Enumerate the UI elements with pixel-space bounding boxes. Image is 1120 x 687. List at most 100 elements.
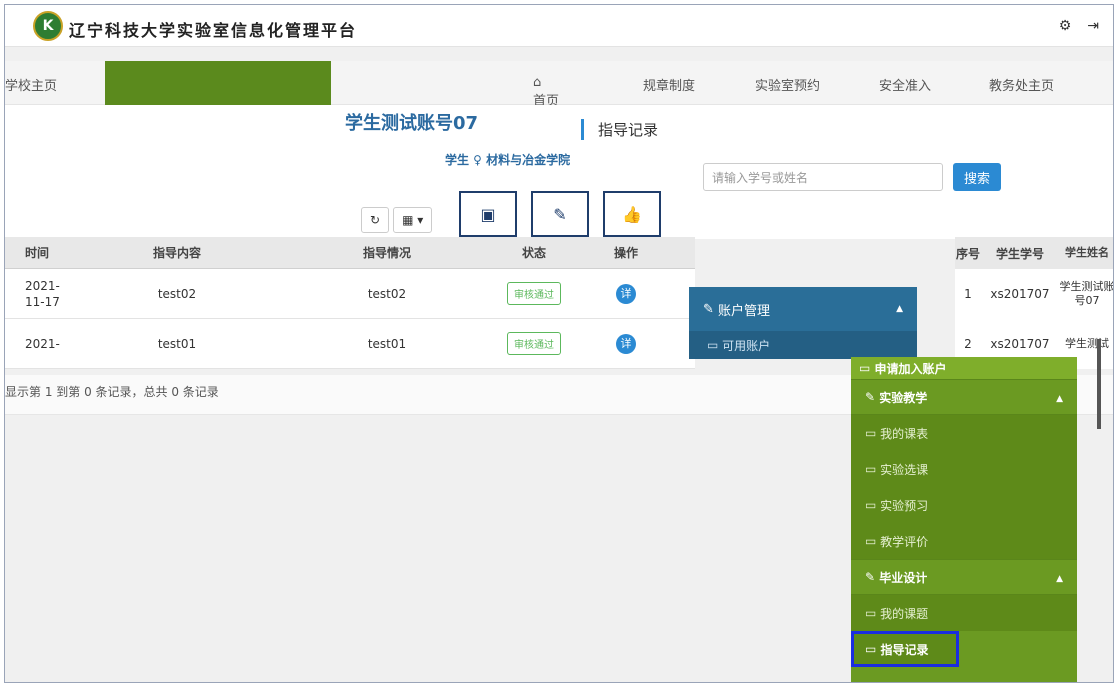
folder-icon: ▭ [865,426,881,440]
col-student-name[interactable]: 学生姓名 [1059,246,1113,260]
user-meta: 学生 ♀ 材料与冶金学院 [445,153,571,167]
sidebar-menu: ▭ 申请加入账户 ✎ 实验教学 ▲ ▭ 我的课表 ▭ 实验选课 ▭ 实验预习 ▭… [851,357,1077,682]
nav-item-lab-booking[interactable]: 实验室预约 [755,75,879,109]
col-status[interactable]: 状态 [497,244,571,261]
nav-items: ⌂ 首页 规章制度 实验室预约 安全准入 教务处主页 [533,75,1099,109]
page-title: 指导记录 [581,119,658,140]
table-row: 2021-11-17 test02 test02 审核通过 详 [5,269,695,319]
caret-up-icon: ▲ [1056,394,1063,404]
search-input[interactable]: 请输入学号或姓名 [703,163,943,191]
nav-item-safety-access[interactable]: 安全准入 [879,75,989,109]
table-toolbar: ↻ ▦ ▾ [361,207,433,233]
sidebar-item-label: 实验选课 [880,462,929,477]
profile-icon[interactable]: ▣ [459,191,517,237]
records-table: 时间 指导内容 指导情况 状态 操作 2021-11-17 test02 tes… [5,237,695,369]
account-management-menu[interactable]: ✎ 账户管理 ▲ [689,287,917,331]
sidebar-item-label: 申请加入账户 [874,361,947,376]
folder-icon: ▭ [865,462,881,476]
sidebar-item-my-schedule[interactable]: ▭ 我的课表 [851,415,1077,451]
cell-time: 2021- [25,336,60,351]
university-logo: K [33,11,63,41]
col-situation[interactable]: 指导情况 [277,244,497,261]
cell-action: 详 [571,283,681,304]
sidebar-item-lab-preview[interactable]: ▭ 实验预习 [851,487,1077,523]
student-table-header: 序号 学生学号 学生姓名 [955,237,1113,269]
table-row: 2021- test01 test01 审核通过 详 [5,319,695,369]
folder-icon: ▭ [865,534,881,548]
student-table: 序号 学生学号 学生姓名 1 xs201707 学生测试账号07 2 xs201… [955,237,1114,369]
title-band: 学生测试账号07 指导记录 [5,105,1113,151]
col-content[interactable]: 指导内容 [77,244,277,261]
cell-time: 2021-11-17 [25,278,60,309]
folder-icon: ▭ [707,338,723,352]
edit-icon: ✎ [865,570,880,584]
header-icons: ⚙ ⇥ [1059,18,1099,34]
nav-item-rules[interactable]: 规章制度 [643,75,755,109]
table-row: 1 xs201707 学生测试账号07 [955,269,1114,319]
caret-up-icon: ▲ [896,304,903,314]
cell-situation: test02 [367,286,407,301]
nav-item-academic-affairs[interactable]: 教务处主页 [989,75,1099,109]
cell-action: 详 [571,333,681,354]
gear-icon[interactable]: ⚙ [1059,18,1072,34]
detail-button[interactable]: 详 [616,333,636,354]
edit-icon: ✎ [865,390,880,404]
cell-student-no: xs201707 [990,287,1050,301]
sidebar-item-teaching-evaluation[interactable]: ▭ 教学评价 [851,523,1077,559]
col-time[interactable]: 时间 [5,245,77,261]
username: 学生测试账号07 [345,113,479,134]
table-header: 时间 指导内容 指导情况 状态 操作 [5,237,695,269]
status-badge: 审核通过 [507,332,561,355]
top-nav: 学校主页 ⌂ 首页 规章制度 实验室预约 安全准入 教务处主页 [5,61,1113,109]
cell-index: 2 [964,337,972,351]
sidebar-section-lab-teaching[interactable]: ✎ 实验教学 ▲ [851,379,1077,415]
col-student-no[interactable]: 学生学号 [981,245,1059,262]
cell-status: 审核通过 [497,332,571,355]
cell-content: test01 [157,336,197,351]
sidebar-item-apply-join[interactable]: ▭ 申请加入账户 [851,357,1077,379]
scrollbar[interactable] [1097,339,1101,429]
sidebar-item-course-selection[interactable]: ▭ 实验选课 [851,451,1077,487]
account-management-label: 账户管理 [718,303,771,319]
edit-icon[interactable]: ✎ [531,191,589,237]
cell-student-name: 学生测试 [1065,337,1109,350]
refresh-icon[interactable]: ↻ [361,207,390,233]
col-index[interactable]: 序号 [955,245,981,262]
sidebar-section-graduation-design[interactable]: ✎ 毕业设计 ▲ [851,559,1077,595]
available-accounts-item[interactable]: ▭ 可用账户 [689,331,917,359]
site-title: 辽宁科技大学实验室信息化管理平台 [69,21,358,40]
sidebar-item-my-topic[interactable]: ▭ 我的课题 [851,595,1077,631]
sidebar-item-label: 我的课表 [880,426,929,441]
caret-up-icon: ▲ [1056,574,1063,584]
logout-icon[interactable]: ⇥ [1087,18,1099,34]
cell-content: test02 [157,286,197,301]
folder-icon: ▭ [865,642,881,656]
cell-student-no: xs201707 [990,337,1050,351]
header: K 辽宁科技大学实验室信息化管理平台 ⚙ ⇥ [5,5,1113,47]
col-action: 操作 [613,246,638,260]
cell-status: 审核通过 [497,282,571,305]
columns-icon[interactable]: ▦ ▾ [393,207,433,233]
app-frame: K 辽宁科技大学实验室信息化管理平台 ⚙ ⇥ 学校主页 ⌂ 首页 规章制度 实验… [4,4,1114,683]
nav-item-home[interactable]: ⌂ 首页 [533,75,643,109]
home-icon: ⌂ [533,75,542,90]
folder-icon: ▭ [865,606,881,620]
status-badge: 审核通过 [507,282,561,305]
sidebar-item-label: 指导记录 [880,642,929,657]
sidebar-item-label: 教学评价 [880,534,929,549]
nav-school-home[interactable]: 学校主页 [5,75,57,94]
cell-student-name: 学生测试账号07 [1059,280,1114,307]
sidebar-item-label: 我的课题 [880,606,929,621]
sidebar-item-label: 实验预习 [880,498,929,513]
edit-icon: ✎ [703,301,719,317]
sidebar-item-guidance-records[interactable]: ▭ 指导记录 [851,631,959,667]
sidebar-section-label: 实验教学 [879,390,928,405]
detail-button[interactable]: 详 [616,283,636,304]
thumbs-up-icon[interactable]: 👍 [603,191,661,237]
nav-green-block [105,61,331,107]
cell-index: 1 [964,287,972,301]
available-accounts-label: 可用账户 [722,338,771,353]
folder-icon: ▭ [865,498,881,512]
cell-situation: test01 [367,336,407,351]
search-button[interactable]: 搜索 [953,163,1001,191]
